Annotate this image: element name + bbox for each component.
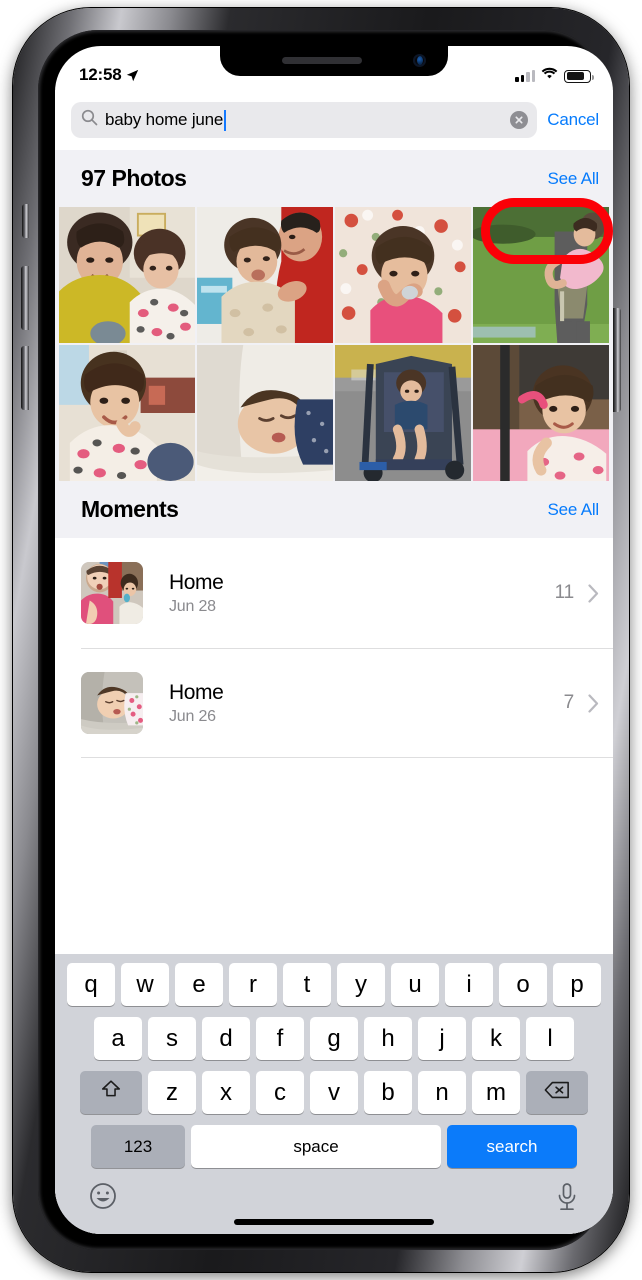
space-key[interactable]: space [191, 1125, 441, 1168]
moment-text: Home Jun 26 [169, 681, 564, 726]
moments-section-header: Moments See All [55, 481, 613, 538]
key-u[interactable]: u [391, 963, 439, 1006]
phone-screen: 12:58 baby home june Cancel 97 Photos Se… [55, 46, 613, 1234]
key-m[interactable]: m [472, 1071, 520, 1114]
key-p[interactable]: p [553, 963, 601, 1006]
photo-man-holding-baby-yellow-shirt[interactable] [59, 207, 195, 343]
key-w[interactable]: w [121, 963, 169, 1006]
key-g[interactable]: g [310, 1017, 358, 1060]
earpiece-speaker [282, 57, 362, 64]
photo-baby-smiling-leopard-pajamas[interactable] [59, 345, 195, 481]
key-a[interactable]: a [94, 1017, 142, 1060]
search-text-wrap: baby home june [105, 109, 503, 131]
photo-baby-on-floral-blanket[interactable] [335, 207, 471, 343]
moment-photo-count: 11 [554, 582, 575, 603]
keyboard-row-2: asdfghjkl [55, 1017, 613, 1060]
key-t[interactable]: t [283, 963, 331, 1006]
search-results-content: 97 Photos See All Moments See All Home J… [55, 150, 613, 1234]
key-q[interactable]: q [67, 963, 115, 1006]
home-indicator[interactable] [234, 1219, 434, 1225]
moment-text: Home Jun 28 [169, 571, 555, 616]
cellular-bars-icon [515, 70, 535, 82]
moment-date: Jun 26 [169, 707, 216, 725]
search-return-key[interactable]: search [447, 1125, 577, 1168]
photo-baby-sleeping-on-bed[interactable] [197, 345, 333, 481]
photo-baby-in-pink-play-seat[interactable] [473, 345, 609, 481]
text-caret [224, 109, 227, 131]
phone-device-frame: 12:58 baby home june Cancel 97 Photos Se… [13, 8, 629, 1272]
key-o[interactable]: o [499, 963, 547, 1006]
chevron-right-icon [588, 693, 599, 713]
photos-section-title: 97 Photos [81, 165, 187, 191]
photos-section-header: 97 Photos See All [55, 150, 613, 207]
key-e[interactable]: e [175, 963, 223, 1006]
search-input[interactable]: baby home june [71, 102, 538, 138]
chevron-right-icon [588, 583, 599, 603]
backspace-icon [544, 1079, 570, 1107]
status-bar-left: 12:58 [79, 65, 139, 85]
mute-switch-button[interactable] [22, 204, 29, 238]
search-icon [81, 109, 98, 131]
shift-key[interactable] [80, 1071, 142, 1114]
moment-date: Jun 28 [169, 597, 216, 615]
battery-icon [564, 69, 594, 83]
table-row[interactable]: Home Jun 28 11 [55, 538, 613, 648]
key-r[interactable]: r [229, 963, 277, 1006]
key-j[interactable]: j [418, 1017, 466, 1060]
key-x[interactable]: x [202, 1071, 250, 1114]
cancel-search-button[interactable]: Cancel [547, 110, 599, 130]
clear-search-button[interactable] [510, 111, 529, 129]
moment-photo-count: 7 [563, 692, 575, 713]
photos-see-all-button[interactable]: See All [547, 169, 599, 189]
key-s[interactable]: s [148, 1017, 196, 1060]
location-arrow-icon [126, 69, 139, 82]
shift-arrow-icon [100, 1078, 122, 1107]
numbers-key[interactable]: 123 [91, 1125, 185, 1168]
display-notch [220, 46, 448, 76]
key-z[interactable]: z [148, 1071, 196, 1114]
moments-see-all-button[interactable]: See All [547, 500, 599, 520]
key-y[interactable]: y [337, 963, 385, 1006]
volume-down-button[interactable] [21, 346, 29, 410]
keyboard-row-3-letters: zxcvbnm [148, 1071, 520, 1114]
key-l[interactable]: l [526, 1017, 574, 1060]
key-n[interactable]: n [418, 1071, 466, 1114]
photo-results-grid [55, 207, 613, 481]
microphone-icon[interactable] [555, 1182, 579, 1217]
status-bar-clock: 12:58 [79, 65, 122, 84]
search-bar: baby home june Cancel [55, 90, 613, 150]
keyboard-row-3: zxcvbnm [55, 1071, 613, 1114]
on-screen-keyboard: qwertyuiop asdfghjkl zxcvbnm 123 space s… [55, 954, 613, 1234]
delete-key[interactable] [526, 1071, 588, 1114]
key-v[interactable]: v [310, 1071, 358, 1114]
key-c[interactable]: c [256, 1071, 304, 1114]
key-d[interactable]: d [202, 1017, 250, 1060]
key-h[interactable]: h [364, 1017, 412, 1060]
moment-thumb-home-jun-26 [81, 672, 143, 734]
status-bar-right [515, 67, 594, 85]
moment-title: Home [169, 570, 224, 594]
photo-man-carrying-baby-on-lawn[interactable] [473, 207, 609, 343]
power-side-button[interactable] [613, 308, 621, 412]
table-row[interactable]: Home Jun 26 7 [55, 648, 613, 758]
search-input-value: baby home june [105, 110, 224, 129]
key-i[interactable]: i [445, 963, 493, 1006]
moment-title: Home [169, 680, 224, 704]
wifi-icon [541, 67, 558, 85]
photo-baby-with-father-red-shirt[interactable] [197, 207, 333, 343]
battery-fill [566, 72, 584, 80]
key-f[interactable]: f [256, 1017, 304, 1060]
moment-thumb-home-jun-28 [81, 562, 143, 624]
keyboard-bottom-bar [55, 1174, 613, 1234]
front-camera-icon [413, 54, 426, 67]
moments-list: Home Jun 28 11 Home Jun 26 7 [55, 538, 613, 758]
photo-baby-in-stroller[interactable] [335, 345, 471, 481]
keyboard-row-1: qwertyuiop [55, 963, 613, 1006]
key-k[interactable]: k [472, 1017, 520, 1060]
moments-section-title: Moments [81, 496, 179, 522]
key-b[interactable]: b [364, 1071, 412, 1114]
volume-up-button[interactable] [21, 266, 29, 330]
smiley-face-icon[interactable] [89, 1182, 117, 1215]
keyboard-row-4: 123 space search [55, 1125, 613, 1168]
